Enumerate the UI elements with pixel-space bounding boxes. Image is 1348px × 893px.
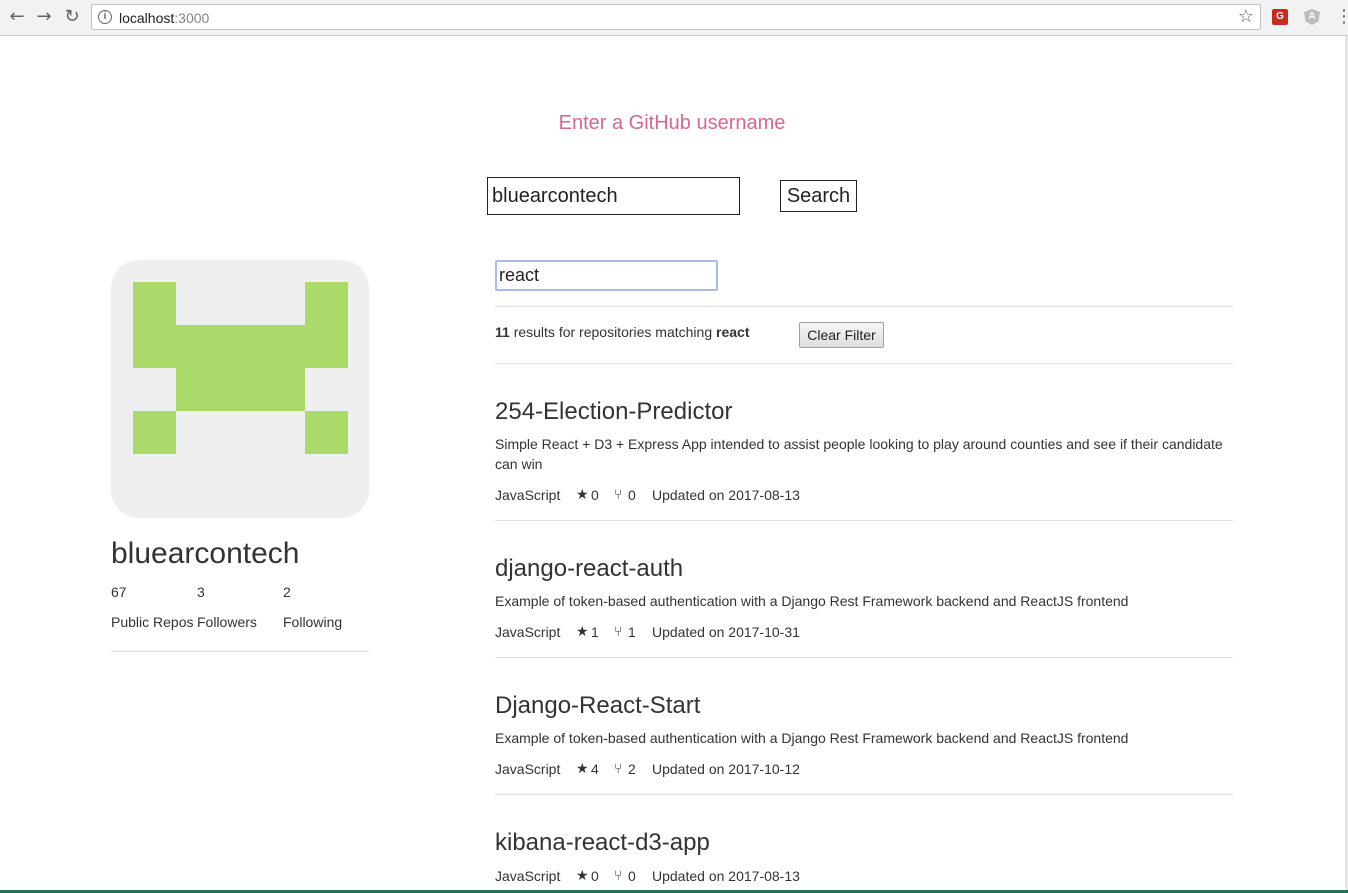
avatar-pixel <box>305 282 348 325</box>
fork-icon: ⑂ <box>614 868 623 884</box>
repo-updated: Updated on 2017-08-13 <box>652 487 800 503</box>
profile-divider <box>111 651 369 652</box>
repo-language: JavaScript <box>495 761 561 777</box>
repo-item: 254-Election-Predictor Simple React + D3… <box>495 398 1233 521</box>
repo-name-link[interactable]: Django-React-Start <box>495 692 1233 720</box>
repo-updated: Updated on 2017-10-31 <box>652 624 800 640</box>
clear-filter-button[interactable]: Clear Filter <box>799 322 884 348</box>
back-arrow-icon[interactable]: ← <box>6 6 28 28</box>
url-text: localhost:3000 <box>119 10 209 26</box>
repo-filter-input[interactable] <box>495 260 718 291</box>
results-query: react <box>716 324 750 340</box>
repo-description: Example of token-based authentication wi… <box>495 730 1129 746</box>
extension-icon[interactable]: G <box>1272 9 1288 25</box>
divider <box>495 306 1233 307</box>
results-count: 11 <box>495 324 510 340</box>
public-repos-label: Public Repos <box>111 614 194 630</box>
star-icon: ★ <box>576 761 589 777</box>
address-bar[interactable]: i localhost:3000 ☆ <box>91 4 1261 30</box>
repo-language: JavaScript <box>495 868 561 884</box>
repo-item: Django-React-Start Example of token-base… <box>495 692 1233 795</box>
repo-language: JavaScript <box>495 487 561 503</box>
divider <box>495 363 1233 364</box>
page-heading: Enter a GitHub username <box>558 112 786 134</box>
avatar <box>111 260 369 518</box>
repo-stars: 4 <box>591 761 599 777</box>
bookmark-star-icon[interactable]: ☆ <box>1238 6 1254 27</box>
star-icon: ★ <box>576 868 589 884</box>
fork-icon: ⑂ <box>614 761 623 777</box>
following-count: 2 <box>283 584 291 600</box>
star-icon: ★ <box>576 624 589 640</box>
fork-icon: ⑂ <box>614 487 623 503</box>
repo-divider <box>495 520 1233 521</box>
url-port: :3000 <box>174 10 210 26</box>
repo-updated: Updated on 2017-08-13 <box>652 868 800 884</box>
repo-divider <box>495 794 1233 795</box>
repo-name-link[interactable]: kibana-react-d3-app <box>495 829 1233 857</box>
repo-forks: 0 <box>628 487 636 503</box>
repo-stars: 0 <box>591 868 599 884</box>
repo-name-link[interactable]: 254-Election-Predictor <box>495 398 1233 426</box>
repo-item: django-react-auth Example of token-based… <box>495 555 1233 658</box>
avatar-pixel <box>133 282 176 325</box>
repo-stars: 0 <box>591 487 599 503</box>
followers-count: 3 <box>197 584 205 600</box>
forward-arrow-icon[interactable]: → <box>33 6 55 28</box>
url-host: localhost <box>119 10 175 26</box>
repo-item: kibana-react-d3-app JavaScript ★ 0 ⑂ 0 U… <box>495 829 1233 884</box>
followers-label: Followers <box>197 614 257 630</box>
avatar-pixel <box>133 325 348 368</box>
repo-stars: 1 <box>591 624 599 640</box>
repo-forks: 2 <box>628 761 636 777</box>
repo-forks: 1 <box>628 624 636 640</box>
results-text: results for repositories matching <box>509 324 717 340</box>
repo-description: Example of token-based authentication wi… <box>495 593 1129 609</box>
results-summary: 11 results for repositories matching rea… <box>495 324 749 340</box>
avatar-pixel <box>305 411 348 454</box>
fork-icon: ⑂ <box>614 624 623 640</box>
profile-name: bluearcontech <box>111 537 300 570</box>
public-repos-count: 67 <box>111 584 127 600</box>
search-button[interactable]: Search <box>780 180 857 212</box>
info-icon[interactable]: i <box>98 10 112 24</box>
following-label: Following <box>283 614 343 630</box>
avatar-pixel <box>176 368 305 411</box>
repo-updated: Updated on 2017-10-12 <box>652 761 800 777</box>
browser-menu-icon[interactable]: ⋮ <box>1335 7 1348 27</box>
reload-icon[interactable]: ↻ <box>61 6 83 28</box>
repo-divider <box>495 657 1233 658</box>
browser-toolbar: ← → ↻ i localhost:3000 ☆ G A ⋮ <box>0 0 1348 36</box>
username-input[interactable] <box>487 177 740 215</box>
repo-forks: 0 <box>628 868 636 884</box>
star-icon: ★ <box>576 487 589 503</box>
repo-description: Simple React + D3 + Express App intended… <box>495 436 1223 472</box>
repo-language: JavaScript <box>495 624 561 640</box>
repo-name-link[interactable]: django-react-auth <box>495 555 1233 583</box>
angular-extension-icon[interactable]: A <box>1304 9 1320 25</box>
avatar-pixel <box>133 411 176 454</box>
